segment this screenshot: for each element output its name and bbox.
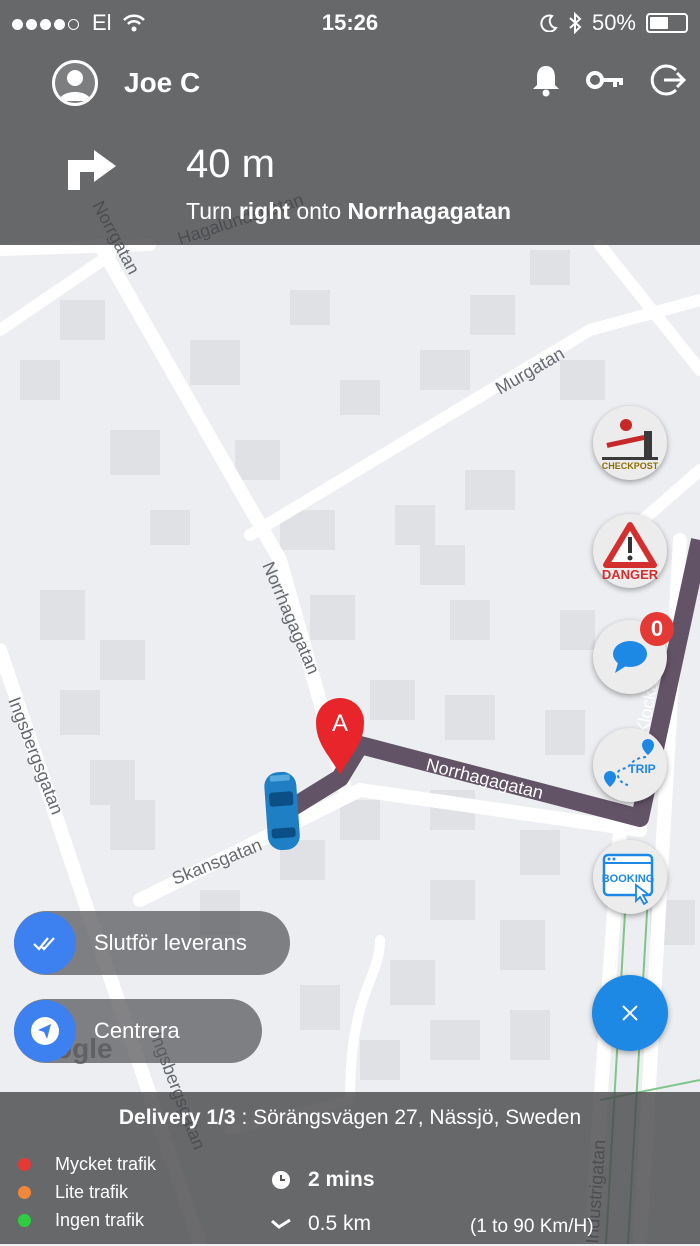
trip-distance: 0.5 km	[308, 1212, 372, 1235]
clock-icon	[270, 1170, 292, 1190]
booking-button[interactable]: BOOKING	[593, 840, 667, 914]
bell-icon[interactable]	[530, 63, 562, 97]
trip-stats: 2 mins 0.5 km	[270, 1158, 375, 1246]
trip-duration: 2 mins	[308, 1168, 375, 1191]
chat-icon	[613, 641, 647, 673]
checkpost-icon: CHECKPOST	[602, 419, 659, 471]
marker-label: A	[332, 710, 348, 737]
trip-button[interactable]: TRIP	[593, 728, 667, 802]
center-label: Centrera	[94, 1018, 180, 1043]
turn-right-icon	[68, 150, 116, 190]
user-name: Joe C	[124, 67, 201, 98]
danger-icon: DANGER	[602, 522, 659, 581]
route-icon	[270, 1217, 292, 1231]
traffic-legend: Mycket trafik Lite trafik Ingen trafik	[18, 1150, 156, 1234]
trip-icon: TRIP	[604, 739, 656, 787]
legend-item: Mycket trafik	[18, 1150, 156, 1178]
status-bar: El 15:26 50%	[0, 8, 700, 38]
legend-item: Ingen trafik	[18, 1206, 156, 1234]
avatar-icon[interactable]	[52, 60, 98, 106]
svg-text:DANGER: DANGER	[602, 567, 659, 581]
svg-text:TRIP: TRIP	[628, 762, 655, 776]
booking-icon: BOOKING	[602, 853, 655, 905]
close-button[interactable]	[592, 975, 668, 1051]
battery-icon	[646, 13, 688, 33]
vehicle-icon	[264, 771, 300, 851]
checkpost-button[interactable]: CHECKPOST	[593, 406, 667, 480]
logout-icon[interactable]	[650, 62, 686, 98]
finish-delivery-button[interactable]: Slutför leverans	[14, 911, 290, 975]
messages-badge: 0	[640, 612, 674, 646]
center-button[interactable]: Centrera	[14, 999, 262, 1063]
delivery-info: Delivery 1/3 : Sörängsvägen 27, Nässjö, …	[118, 1106, 582, 1129]
legend-dot	[18, 1185, 31, 1199]
turn-distance: 40 m	[186, 142, 275, 186]
svg-text:CHECKPOST: CHECKPOST	[602, 461, 659, 471]
legend-dot	[18, 1157, 31, 1171]
battery-percent: 50%	[591, 10, 636, 35]
trip-info-panel: Delivery 1/3 : Sörängsvägen 27, Nässjö, …	[0, 1092, 700, 1244]
speed-range: (1 to 90 Km/H)	[470, 1216, 594, 1237]
navigation-arrow-icon	[14, 1000, 76, 1062]
legend-item: Lite trafik	[18, 1178, 156, 1206]
finish-delivery-label: Slutför leverans	[94, 930, 247, 955]
danger-button[interactable]: DANGER	[593, 514, 667, 588]
moon-icon	[540, 14, 558, 32]
double-check-icon	[14, 912, 76, 974]
close-icon	[622, 1005, 638, 1021]
bluetooth-icon	[569, 12, 582, 34]
svg-text:BOOKING: BOOKING	[602, 873, 655, 885]
legend-dot	[18, 1213, 31, 1227]
key-icon[interactable]	[586, 68, 626, 92]
navigation-header: El 15:26 50% Joe C 40 m Turn right onto …	[0, 0, 700, 245]
turn-instruction: Turn right onto Norrhagagatan	[186, 198, 512, 224]
